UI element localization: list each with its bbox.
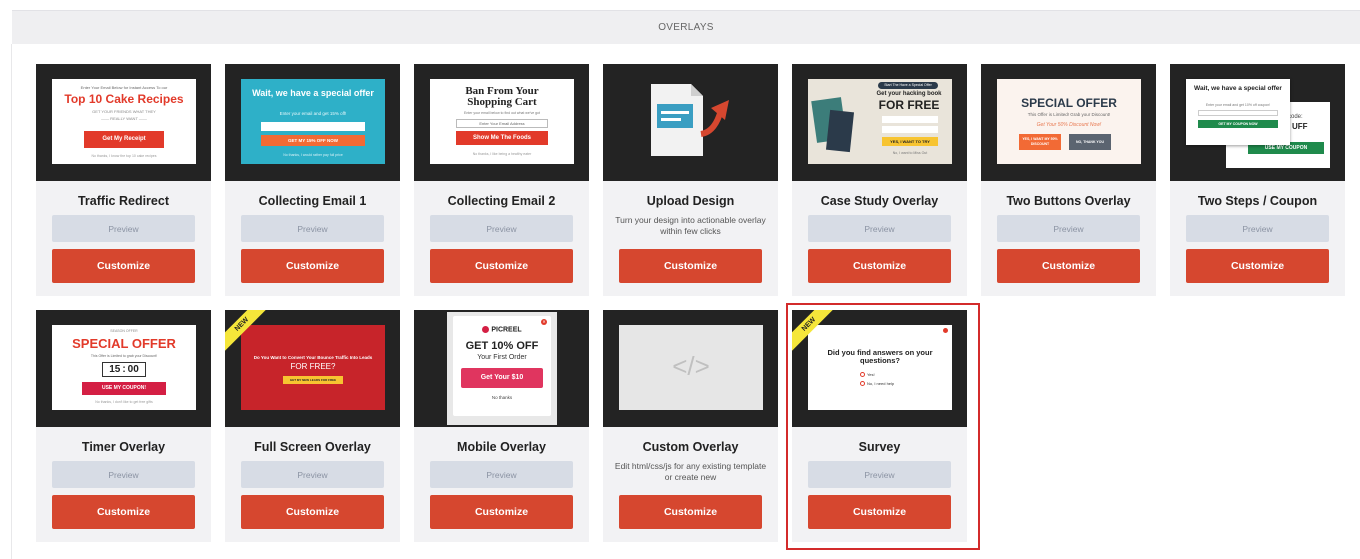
thumb-headline: Ban From Your Shopping Cart bbox=[465, 85, 539, 108]
template-card-collecting-email-1: Wait, we have a special offer Enter your… bbox=[225, 64, 400, 296]
template-thumbnail[interactable]: ✕ PICREEL GET 10% OFF Your First Order G… bbox=[414, 310, 589, 427]
template-thumbnail[interactable]: SEASON OFFER SPECIAL OFFER This Offer is… bbox=[36, 310, 211, 427]
template-card-two-steps-coupon: code: UFF USE MY COUPON Wait, we have a … bbox=[1170, 64, 1345, 296]
preview-button[interactable]: Preview bbox=[52, 215, 195, 242]
customize-button[interactable]: Customize bbox=[430, 249, 573, 283]
card-title: Collecting Email 2 bbox=[447, 194, 556, 208]
customize-button[interactable]: Customize bbox=[52, 495, 195, 529]
thumb-headline-2: FOR FREE bbox=[878, 98, 940, 112]
thumb-brand: PICREEL bbox=[453, 326, 551, 333]
template-thumbnail[interactable]: code: UFF USE MY COUPON Wait, we have a … bbox=[1170, 64, 1345, 181]
template-thumbnail[interactable]: </> bbox=[603, 310, 778, 427]
thumb-button: GET MY NEW LEADS FOR FREE bbox=[283, 376, 343, 384]
template-thumbnail[interactable]: Enter Your Email Below for Instant Acces… bbox=[36, 64, 211, 181]
customize-button[interactable]: Customize bbox=[619, 249, 762, 283]
template-card-traffic-redirect: Enter Your Email Below for Instant Acces… bbox=[36, 64, 211, 296]
preview-button[interactable]: Preview bbox=[241, 215, 384, 242]
thumb-button: USE MY COUPON! bbox=[82, 382, 166, 395]
template-card-custom-overlay: </> Custom Overlay Edit html/css/js for … bbox=[603, 310, 778, 542]
card-title: Mobile Overlay bbox=[457, 440, 546, 454]
close-icon: ✕ bbox=[541, 319, 547, 325]
template-thumbnail[interactable]: Wait, we have a special offer Enter your… bbox=[225, 64, 400, 181]
selected-card-highlight bbox=[786, 303, 980, 550]
card-title: Collecting Email 1 bbox=[258, 194, 367, 208]
template-card-timer-overlay: SEASON OFFER SPECIAL OFFER This Offer is… bbox=[36, 310, 211, 542]
thumb-headline: GET 10% OFF bbox=[465, 340, 539, 352]
thumb-headline: Get your hacking book bbox=[876, 91, 942, 97]
thumb-no-button: NO, THANK YOU bbox=[1069, 134, 1111, 150]
card-description: Turn your design into actionable overlay… bbox=[615, 215, 766, 236]
thumb-headline: SPECIAL OFFER bbox=[72, 336, 176, 351]
section-header: OVERLAYS bbox=[12, 10, 1360, 44]
customize-button[interactable]: Customize bbox=[808, 249, 951, 283]
card-title: Full Screen Overlay bbox=[254, 440, 371, 454]
thumb-headline: Wait, we have a special offer bbox=[1194, 85, 1282, 92]
card-title: Timer Overlay bbox=[81, 440, 166, 454]
thumb-sub: Enter your email and get 15% off! bbox=[279, 111, 347, 116]
card-title: Case Study Overlay bbox=[820, 194, 939, 208]
preview-button[interactable]: Preview bbox=[241, 461, 384, 488]
customize-button[interactable]: Customize bbox=[241, 249, 384, 283]
preview-button[interactable]: Preview bbox=[1186, 215, 1329, 242]
card-title: Custom Overlay bbox=[642, 440, 739, 454]
preview-button[interactable]: Preview bbox=[52, 461, 195, 488]
thumb-sub-2: Get Your 50% Discount Now! bbox=[1036, 122, 1102, 128]
thumb-code-value: UFF bbox=[1292, 122, 1308, 131]
thumb-sub: Your First Order bbox=[477, 354, 527, 361]
timer-seconds: 00 bbox=[127, 364, 139, 375]
customize-button[interactable]: Customize bbox=[1186, 249, 1329, 283]
customize-button[interactable]: Customize bbox=[241, 495, 384, 529]
thumb-headline: Do You Want to Convert Your Bounce Traff… bbox=[253, 355, 373, 360]
customize-button[interactable]: Customize bbox=[52, 249, 195, 283]
thumb-button-1: GET MY COUPON NOW bbox=[1198, 120, 1278, 128]
template-thumbnail[interactable]: Do You Want to Convert Your Bounce Traff… bbox=[225, 310, 400, 427]
thumb-headline: Top 10 Cake Recipes bbox=[64, 92, 184, 106]
thumb-pill: Start The Have a Special Offer bbox=[878, 82, 938, 89]
card-title: Two Buttons Overlay bbox=[1006, 194, 1131, 208]
thumb-headline: Wait, we have a special offer bbox=[252, 88, 374, 98]
card-description: Edit html/css/js for any existing templa… bbox=[614, 461, 767, 482]
template-card-case-study-overlay: Start The Have a Special Offer Get your … bbox=[792, 64, 967, 296]
preview-button[interactable]: Preview bbox=[997, 215, 1140, 242]
thumb-button: YES, I WANT TO TRY bbox=[882, 137, 938, 146]
template-card-mobile-overlay: ✕ PICREEL GET 10% OFF Your First Order G… bbox=[414, 310, 589, 542]
thumb-button: Get Your $10 bbox=[461, 368, 543, 388]
thumb-headline-2: FOR FREE? bbox=[290, 362, 336, 371]
card-title: Traffic Redirect bbox=[77, 194, 169, 208]
thumb-headline: SPECIAL OFFER bbox=[1021, 96, 1117, 110]
card-title: Two Steps / Coupon bbox=[1197, 194, 1318, 208]
thumb-button: GET MY 15% OFF NOW bbox=[261, 135, 365, 146]
divider bbox=[11, 44, 12, 559]
thumb-button: Show Me The Foods bbox=[456, 131, 548, 145]
customize-button[interactable]: Customize bbox=[430, 495, 573, 529]
template-thumbnail[interactable]: Start The Have a Special Offer Get your … bbox=[792, 64, 967, 181]
thumb-sub: This Offer is Limited! Grab your Discoun… bbox=[1027, 112, 1111, 117]
template-card-full-screen-overlay: Do You Want to Convert Your Bounce Traff… bbox=[225, 310, 400, 542]
preview-button[interactable]: Preview bbox=[430, 215, 573, 242]
preview-button[interactable]: Preview bbox=[808, 215, 951, 242]
preview-button[interactable]: Preview bbox=[430, 461, 573, 488]
thumb-no-link: No thanks bbox=[491, 395, 513, 400]
customize-button[interactable]: Customize bbox=[997, 249, 1140, 283]
template-thumbnail[interactable] bbox=[603, 64, 778, 181]
template-thumbnail[interactable]: Ban From Your Shopping Cart Enter your e… bbox=[414, 64, 589, 181]
thumb-code-label: code: bbox=[1288, 114, 1303, 120]
thumb-yes-button: YES, I WANT MY 50% DISCOUNT bbox=[1019, 134, 1061, 150]
template-card-collecting-email-2: Ban From Your Shopping Cart Enter your e… bbox=[414, 64, 589, 296]
section-title: OVERLAYS bbox=[658, 22, 714, 33]
thumb-field: Enter Your Email Address bbox=[456, 119, 548, 128]
customize-button[interactable]: Customize bbox=[619, 495, 762, 529]
thumb-button: Get My Receipt bbox=[84, 131, 164, 148]
overlays-page: OVERLAYS Enter Your Email Below for Inst… bbox=[0, 0, 1360, 559]
code-icon: </> bbox=[672, 351, 710, 381]
card-title: Upload Design bbox=[646, 194, 735, 208]
template-thumbnail[interactable]: SPECIAL OFFER This Offer is Limited! Gra… bbox=[981, 64, 1156, 181]
template-card-two-buttons-overlay: SPECIAL OFFER This Offer is Limited! Gra… bbox=[981, 64, 1156, 296]
timer-minutes: 15 bbox=[109, 364, 121, 375]
template-card-upload-design: Upload Design Turn your design into acti… bbox=[603, 64, 778, 296]
upload-design-icon bbox=[651, 84, 729, 156]
